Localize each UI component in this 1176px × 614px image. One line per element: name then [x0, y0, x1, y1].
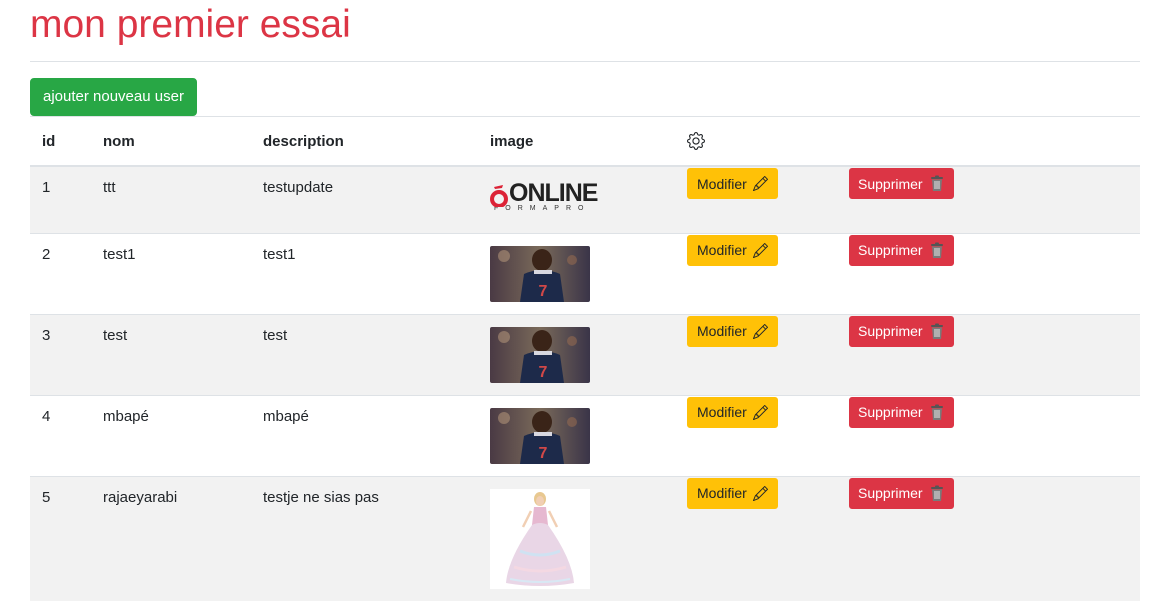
cell-image: 7 [478, 394, 675, 476]
delete-button[interactable]: Supprimer [849, 234, 954, 266]
table-row: 2 test1 test1 7 Modifier Supprimer [30, 232, 1140, 314]
header-delete [837, 116, 1140, 167]
cell-modify: Modifier [675, 165, 837, 233]
cell-image: ONLINE FORMAPRO [478, 165, 675, 233]
cell-image [478, 475, 675, 601]
modify-label: Modifier [697, 404, 747, 420]
cell-image: 7 [478, 313, 675, 395]
delete-button[interactable]: Supprimer [849, 477, 954, 509]
cell-id: 2 [30, 232, 91, 314]
header-actions [675, 116, 837, 167]
cell-modify: Modifier [675, 394, 837, 476]
title-divider [30, 61, 1140, 62]
logo-subtitle: FORMAPRO [494, 205, 591, 212]
table-row: 3 test test 7 Modifier Supprimer [30, 313, 1140, 395]
table-header: id nom description image [30, 116, 1140, 167]
svg-text:7: 7 [539, 283, 548, 300]
cell-delete: Supprimer [837, 475, 1140, 601]
header-row: id nom description image [30, 116, 1140, 167]
cell-id: 1 [30, 165, 91, 233]
logo-o-mark [490, 185, 508, 207]
delete-label: Supprimer [858, 485, 923, 501]
cell-description: test1 [251, 232, 478, 314]
add-user-button[interactable]: ajouter nouveau user [30, 78, 197, 116]
delete-button[interactable]: Supprimer [849, 315, 954, 347]
cell-delete: Supprimer [837, 165, 1140, 233]
main-container: mon premier essai ajouter nouveau user i… [30, 0, 1140, 601]
cell-delete: Supprimer [837, 232, 1140, 314]
pencil-icon [752, 485, 768, 501]
modify-button[interactable]: Modifier [687, 234, 778, 266]
modify-label: Modifier [697, 175, 747, 192]
modify-button[interactable]: Modifier [687, 315, 778, 347]
football-player-photo: 7 [490, 407, 590, 464]
cell-nom: test1 [91, 232, 251, 314]
football-player-photo: 7 [490, 326, 590, 383]
header-nom: nom [91, 116, 251, 167]
delete-label: Supprimer [858, 175, 923, 192]
trash-icon [930, 175, 943, 191]
delete-button[interactable]: Supprimer [849, 168, 954, 199]
page-title: mon premier essai [30, 3, 351, 46]
modify-button[interactable]: Modifier [687, 396, 778, 428]
cell-description: mbapé [251, 394, 478, 476]
pencil-icon [752, 242, 768, 258]
delete-label: Supprimer [858, 242, 923, 258]
cell-id: 4 [30, 394, 91, 476]
modify-button[interactable]: Modifier [687, 168, 778, 199]
modify-label: Modifier [697, 323, 747, 339]
header-id: id [30, 116, 91, 167]
svg-text:7: 7 [539, 364, 548, 381]
online-formapro-logo: ONLINE FORMAPRO [490, 179, 598, 225]
cell-nom: test [91, 313, 251, 395]
table-row: 5 rajaeyarabi testje ne sias pas Modifie… [30, 475, 1140, 601]
doll-gown-photo [490, 488, 590, 589]
cell-delete: Supprimer [837, 394, 1140, 476]
delete-label: Supprimer [858, 323, 923, 339]
delete-button[interactable]: Supprimer [849, 396, 954, 428]
cell-modify: Modifier [675, 475, 837, 601]
cell-nom: mbapé [91, 394, 251, 476]
header-description: description [251, 116, 478, 167]
cell-description: test [251, 313, 478, 395]
cell-modify: Modifier [675, 313, 837, 395]
delete-label: Supprimer [858, 404, 923, 420]
cell-modify: Modifier [675, 232, 837, 314]
gear-icon [687, 132, 705, 150]
pencil-icon [752, 323, 768, 339]
modify-label: Modifier [697, 485, 747, 501]
pencil-icon [752, 176, 768, 191]
trash-icon [930, 323, 943, 339]
trash-icon [930, 485, 943, 501]
cell-id: 5 [30, 475, 91, 601]
table-row: 4 mbapé mbapé 7 Modifier Supprimer [30, 394, 1140, 476]
modify-button[interactable]: Modifier [687, 477, 778, 509]
trash-icon [930, 242, 943, 258]
modify-label: Modifier [697, 242, 747, 258]
cell-delete: Supprimer [837, 313, 1140, 395]
trash-icon [930, 404, 943, 420]
logo-text: ONLINE [509, 179, 598, 207]
cell-image: 7 [478, 232, 675, 314]
cell-nom: ttt [91, 165, 251, 233]
table-body: 1 ttt testupdate ONLINE FORMAPRO Modifie… [30, 165, 1140, 601]
page: mon premier essai ajouter nouveau user i… [0, 0, 1176, 614]
cell-nom: rajaeyarabi [91, 475, 251, 601]
cell-description: testupdate [251, 165, 478, 233]
cell-description: testje ne sias pas [251, 475, 478, 601]
header-image: image [478, 116, 675, 167]
cell-id: 3 [30, 313, 91, 395]
table-row: 1 ttt testupdate ONLINE FORMAPRO Modifie… [30, 165, 1140, 233]
svg-text:7: 7 [539, 445, 548, 462]
pencil-icon [752, 404, 768, 420]
football-player-photo: 7 [490, 245, 590, 302]
users-table: id nom description image 1 ttt testupdat… [30, 116, 1140, 601]
